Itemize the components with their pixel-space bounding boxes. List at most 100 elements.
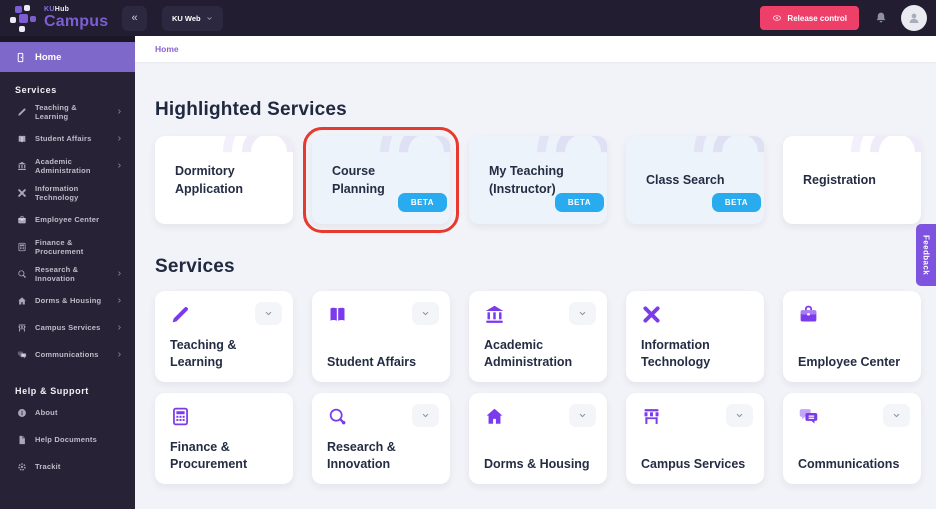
magnifier-icon [327,406,348,427]
sidebar: Home Services Teaching & Learning Studen… [0,36,135,509]
beta-badge: BETA [397,193,447,212]
chevron-right-icon [116,135,123,142]
expand-button[interactable] [726,404,753,427]
chat-icon [798,406,819,427]
highlight-card-course-planning[interactable]: Course Planning BETA [303,127,459,233]
calculator-icon [170,406,191,427]
workspace-label: KU Web [172,13,201,23]
chevron-down-icon [421,309,430,318]
chevron-right-icon [116,297,123,304]
release-control-button[interactable]: Release control [760,6,859,30]
expand-button[interactable] [569,302,596,325]
pencil-icon [17,107,27,117]
service-card-information-technology[interactable]: Information Technology [626,291,764,382]
feedback-tab[interactable]: Feedback [916,224,936,286]
service-card-dorms-housing[interactable]: Dorms & Housing [469,393,607,484]
sidebar-section-services: Services [15,85,57,95]
app-window: KUHub Campus « KU Web Release control Ho… [0,0,936,509]
door-icon [15,52,26,63]
chevron-down-icon [892,411,901,420]
tools-x-icon [17,188,27,198]
chat-icon [17,350,27,360]
tools-x-icon [641,304,662,325]
service-card-academic-administration[interactable]: Academic Administration [469,291,607,382]
services-title: Services [155,256,235,277]
sidebar-item-employee-center[interactable]: Employee Center [0,206,135,233]
house-icon [17,296,27,306]
info-icon [17,408,27,418]
highlighted-services-title: Highlighted Services [155,99,347,120]
service-card-finance-procurement[interactable]: Finance & Procurement [155,393,293,484]
sidebar-home-label: Home [35,51,62,63]
notifications-button[interactable] [874,11,888,25]
highlighted-services-row: Dormitory Application Course Planning BE… [155,127,936,233]
service-card-communications[interactable]: Communications [783,393,921,484]
sidebar-item-finance-procurement[interactable]: Finance & Procurement [0,233,135,260]
app-logo: KUHub Campus [0,4,118,32]
user-avatar[interactable] [901,5,927,31]
sidebar-item-communications[interactable]: Communications [0,341,135,368]
workspace-selector[interactable]: KU Web [162,5,223,31]
eye-icon [772,13,782,23]
service-card-employee-center[interactable]: Employee Center [783,291,921,382]
breadcrumb[interactable]: Home [155,44,179,54]
book-icon [17,134,27,144]
service-card-student-affairs[interactable]: Student Affairs [312,291,450,382]
service-card-campus-services[interactable]: Campus Services [626,393,764,484]
bank-icon [17,161,27,171]
chevron-down-icon [421,411,430,420]
top-bar: KUHub Campus « KU Web Release control [0,0,936,36]
chevron-down-icon [578,309,587,318]
pencil-icon [170,304,191,325]
chevron-right-icon [116,324,123,331]
store-icon [17,323,27,333]
sidebar-item-dorms-housing[interactable]: Dorms & Housing [0,287,135,314]
briefcase-icon [17,215,27,225]
service-card-teaching-learning[interactable]: Teaching & Learning [155,291,293,382]
chevron-right-icon [116,108,123,115]
highlight-card-my-teaching[interactable]: My Teaching (Instructor) BETA [469,136,607,224]
highlight-card-dormitory-application[interactable]: Dormitory Application [155,136,293,224]
highlight-card-class-search[interactable]: Class Search BETA [626,136,764,224]
expand-button[interactable] [569,404,596,427]
beta-badge: BETA [554,193,604,212]
sidebar-item-teaching-learning[interactable]: Teaching & Learning [0,98,135,125]
chevron-right-icon [116,351,123,358]
sidebar-item-academic-administration[interactable]: Academic Administration [0,152,135,179]
expand-button[interactable] [883,404,910,427]
house-icon [484,406,505,427]
expand-button[interactable] [255,302,282,325]
sidebar-collapse-button[interactable]: « [122,5,147,31]
main-content: Home Highlighted Services Dormitory Appl… [135,36,936,509]
chevron-right-icon [116,270,123,277]
bell-icon [874,11,888,25]
document-icon [17,435,27,445]
sidebar-item-research-innovation[interactable]: Research & Innovation [0,260,135,287]
release-control-label: Release control [787,13,847,23]
chevron-down-icon [578,411,587,420]
highlight-card-registration[interactable]: Registration [783,136,921,224]
logo-campus: Campus [44,13,109,30]
sidebar-item-home[interactable]: Home [0,42,135,72]
store-icon [641,406,662,427]
breadcrumb-bar: Home [135,36,936,62]
sidebar-section-help-support: Help & Support [15,386,89,396]
sidebar-item-campus-services[interactable]: Campus Services [0,314,135,341]
chevron-down-icon [735,411,744,420]
beta-badge: BETA [711,193,761,212]
service-card-research-innovation[interactable]: Research & Innovation [312,393,450,484]
chevron-down-icon [264,309,273,318]
user-icon [907,11,921,25]
magnifier-icon [17,269,27,279]
expand-button[interactable] [412,302,439,325]
sidebar-item-help-documents[interactable]: Help Documents [0,426,135,453]
book-icon [327,304,348,325]
bank-icon [484,304,505,325]
sidebar-item-trackit[interactable]: Trackit [0,453,135,480]
expand-button[interactable] [412,404,439,427]
calculator-icon [17,242,27,252]
chevron-down-icon [206,15,213,22]
sidebar-item-information-technology[interactable]: Information Technology [0,179,135,206]
sidebar-item-about[interactable]: About [0,399,135,426]
sidebar-item-student-affairs[interactable]: Student Affairs [0,125,135,152]
